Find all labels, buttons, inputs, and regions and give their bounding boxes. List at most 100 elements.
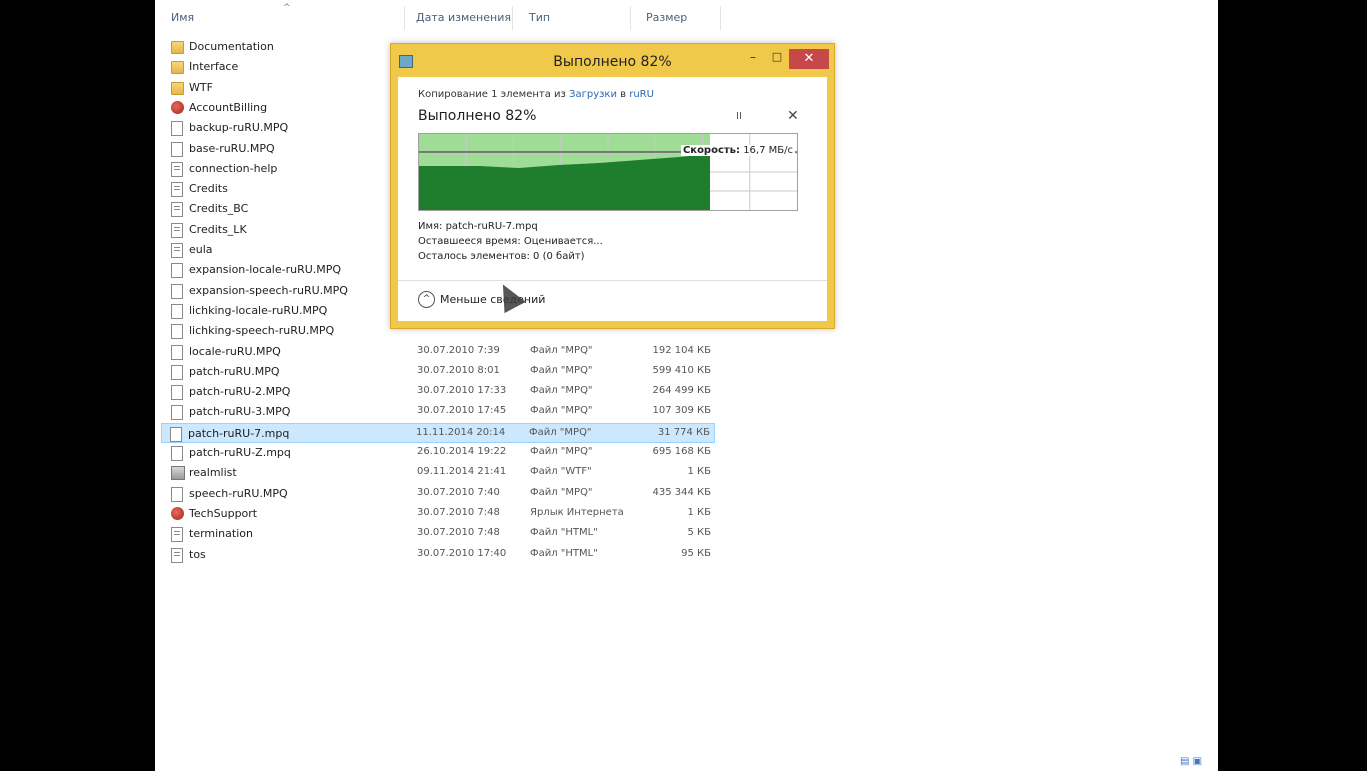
file-row[interactable]: patch-ruRU.MPQ 30.07.2010 8:01 Файл "MPQ" 5… (163, 362, 713, 382)
web-shortcut-icon (171, 506, 184, 520)
file-name: connection-help (189, 161, 278, 175)
file-row[interactable]: patch-ruRU-3.MPQ 30.07.2010 17:45 Файл "MP… (163, 402, 713, 422)
file-name: WTF (189, 80, 213, 94)
file-name: Credits (189, 182, 228, 196)
file-name: patch-ruRU-2.MPQ (189, 385, 291, 399)
file-name: Interface (189, 60, 239, 74)
file-size: 1 КБ (687, 506, 711, 518)
file-size: 31 774 КБ (657, 426, 710, 438)
file-row[interactable]: realmlist 09.11.2014 21:41 Файл "WTF" 1 КБ (163, 463, 713, 483)
maximize-button[interactable]: □ (765, 50, 789, 68)
file-size: 107 309 КБ (652, 405, 712, 417)
file-icon (171, 303, 183, 319)
file-date: 26.10.2014 19:22 (417, 446, 507, 457)
file-type: Файл "MPQ" (530, 344, 593, 356)
cancel-button[interactable]: ✕ (787, 108, 799, 124)
file-size: 599 410 КБ (652, 364, 712, 376)
file-name: eula (189, 243, 213, 256)
minimize-button[interactable]: – (741, 50, 765, 68)
file-name: expansion-locale-ruRU.MPQ (189, 263, 342, 277)
file-name: termination (189, 527, 253, 541)
file-name: backup-ruRU.MPQ (189, 121, 289, 135)
file-icon (171, 121, 183, 137)
file-icon (171, 446, 183, 461)
column-header-bar: ^ Имя Дата изменения Тип Размер (155, 0, 735, 34)
copy-description: Копирование 1 элемента из Загрузки в ruR… (418, 89, 654, 100)
column-divider[interactable] (720, 6, 721, 30)
file-name: TechSupport (189, 506, 258, 520)
file-name: Credits_LK (189, 222, 247, 236)
file-name: patch-ruRU-Z.mpq (189, 446, 291, 459)
file-name: realmlist (189, 466, 237, 480)
file-size: 95 КБ (681, 547, 711, 559)
file-name: lichking-locale-ruRU.MPQ (189, 303, 328, 317)
copy-middle-text: в (616, 89, 630, 100)
file-row[interactable]: locale-ruRU.MPQ 30.07.2010 7:39 Файл "MPQ"… (163, 342, 713, 362)
view-mode-icons[interactable]: ▤ ▣ (1180, 756, 1202, 767)
column-divider[interactable] (512, 6, 513, 30)
chevron-up-icon: ^ (418, 291, 435, 308)
file-date: 30.07.2010 7:39 (417, 344, 500, 356)
file-row[interactable]: speech-ruRU.MPQ 30.07.2010 7:40 Файл "MPQ"… (163, 484, 713, 504)
close-button[interactable]: ✕ (789, 49, 829, 69)
text-file-icon (171, 547, 183, 563)
file-icon (171, 283, 183, 299)
dialog-titlebar[interactable]: Выполнено 82% – □ ✕ (391, 44, 834, 77)
folder-icon (171, 81, 184, 95)
file-type: Файл "HTML" (530, 547, 598, 559)
file-row[interactable]: patch-ruRU-Z.mpq 26.10.2014 19:22 Файл "MP… (163, 443, 713, 463)
file-row[interactable]: TechSupport 30.07.2010 7:48 Ярлык Интернет… (163, 504, 713, 524)
file-date: 30.07.2010 17:45 (417, 405, 507, 417)
dialog-divider (398, 280, 827, 281)
file-name: speech-ruRU.MPQ (189, 486, 288, 500)
file-icon (171, 385, 183, 401)
config-file-icon (171, 466, 185, 481)
destination-folder-link[interactable]: ruRU (629, 89, 654, 100)
folder-icon (171, 41, 184, 54)
items-remaining-info: Осталось элементов: 0 (0 байт) (418, 251, 585, 262)
speed-graph: Скорость: 16,7 МБ/с (418, 133, 798, 211)
column-divider[interactable] (404, 6, 405, 30)
file-size: 5 КБ (687, 527, 711, 539)
source-folder-link[interactable]: Загрузки (569, 89, 617, 100)
file-size: 192 104 КБ (652, 344, 712, 356)
file-row[interactable]: tos 30.07.2010 17:40 Файл "HTML" 95 КБ (163, 545, 713, 565)
file-type: Файл "MPQ" (530, 486, 593, 498)
column-divider[interactable] (630, 6, 631, 30)
file-name: patch-ruRU.MPQ (189, 364, 280, 378)
folder-icon (171, 61, 184, 75)
file-row[interactable]: termination 30.07.2010 7:48 Файл "HTML" 5 К… (163, 524, 713, 544)
file-name: Credits_BC (189, 202, 249, 216)
file-icon (170, 426, 182, 442)
file-name: patch-ruRU-3.MPQ (189, 405, 291, 419)
text-file-icon (171, 527, 183, 543)
file-type: Файл "MPQ" (530, 385, 593, 397)
file-date: 30.07.2010 7:48 (417, 527, 500, 539)
file-size: 695 168 КБ (652, 446, 712, 457)
file-icon (171, 344, 183, 360)
file-icon (171, 263, 183, 279)
text-file-icon (171, 161, 183, 177)
file-name: lichking-speech-ruRU.MPQ (189, 324, 335, 338)
column-header-name[interactable]: Имя (171, 11, 194, 24)
file-type: Ярлык Интернета (530, 506, 624, 518)
file-type: Файл "MPQ" (530, 405, 593, 417)
pause-button[interactable]: II (736, 111, 742, 122)
file-name: tos (189, 547, 206, 561)
file-size: 1 КБ (687, 466, 711, 478)
text-file-icon (171, 202, 183, 218)
column-header-size[interactable]: Размер (646, 11, 687, 24)
column-header-date[interactable]: Дата изменения (416, 11, 511, 24)
column-header-type[interactable]: Тип (529, 11, 550, 24)
file-row[interactable]: patch-ruRU-7.mpq 11.11.2014 20:14 Файл "MP… (161, 422, 715, 443)
speed-value: 16,7 МБ/с (740, 145, 793, 156)
file-name: AccountBilling (189, 100, 268, 114)
file-row[interactable]: patch-ruRU-2.MPQ 30.07.2010 17:33 Файл "MP… (163, 382, 713, 402)
sort-ascending-icon: ^ (283, 3, 291, 13)
file-date: 30.07.2010 7:40 (417, 486, 500, 498)
dialog-body: Копирование 1 элемента из Загрузки в ruR… (398, 77, 827, 321)
file-type: Файл "WTF" (530, 466, 592, 478)
copy-progress-dialog: Выполнено 82% – □ ✕ Копирование 1 элемен… (390, 43, 835, 329)
text-file-icon (171, 222, 183, 238)
copy-prefix-text: Копирование 1 элемента из (418, 89, 570, 100)
